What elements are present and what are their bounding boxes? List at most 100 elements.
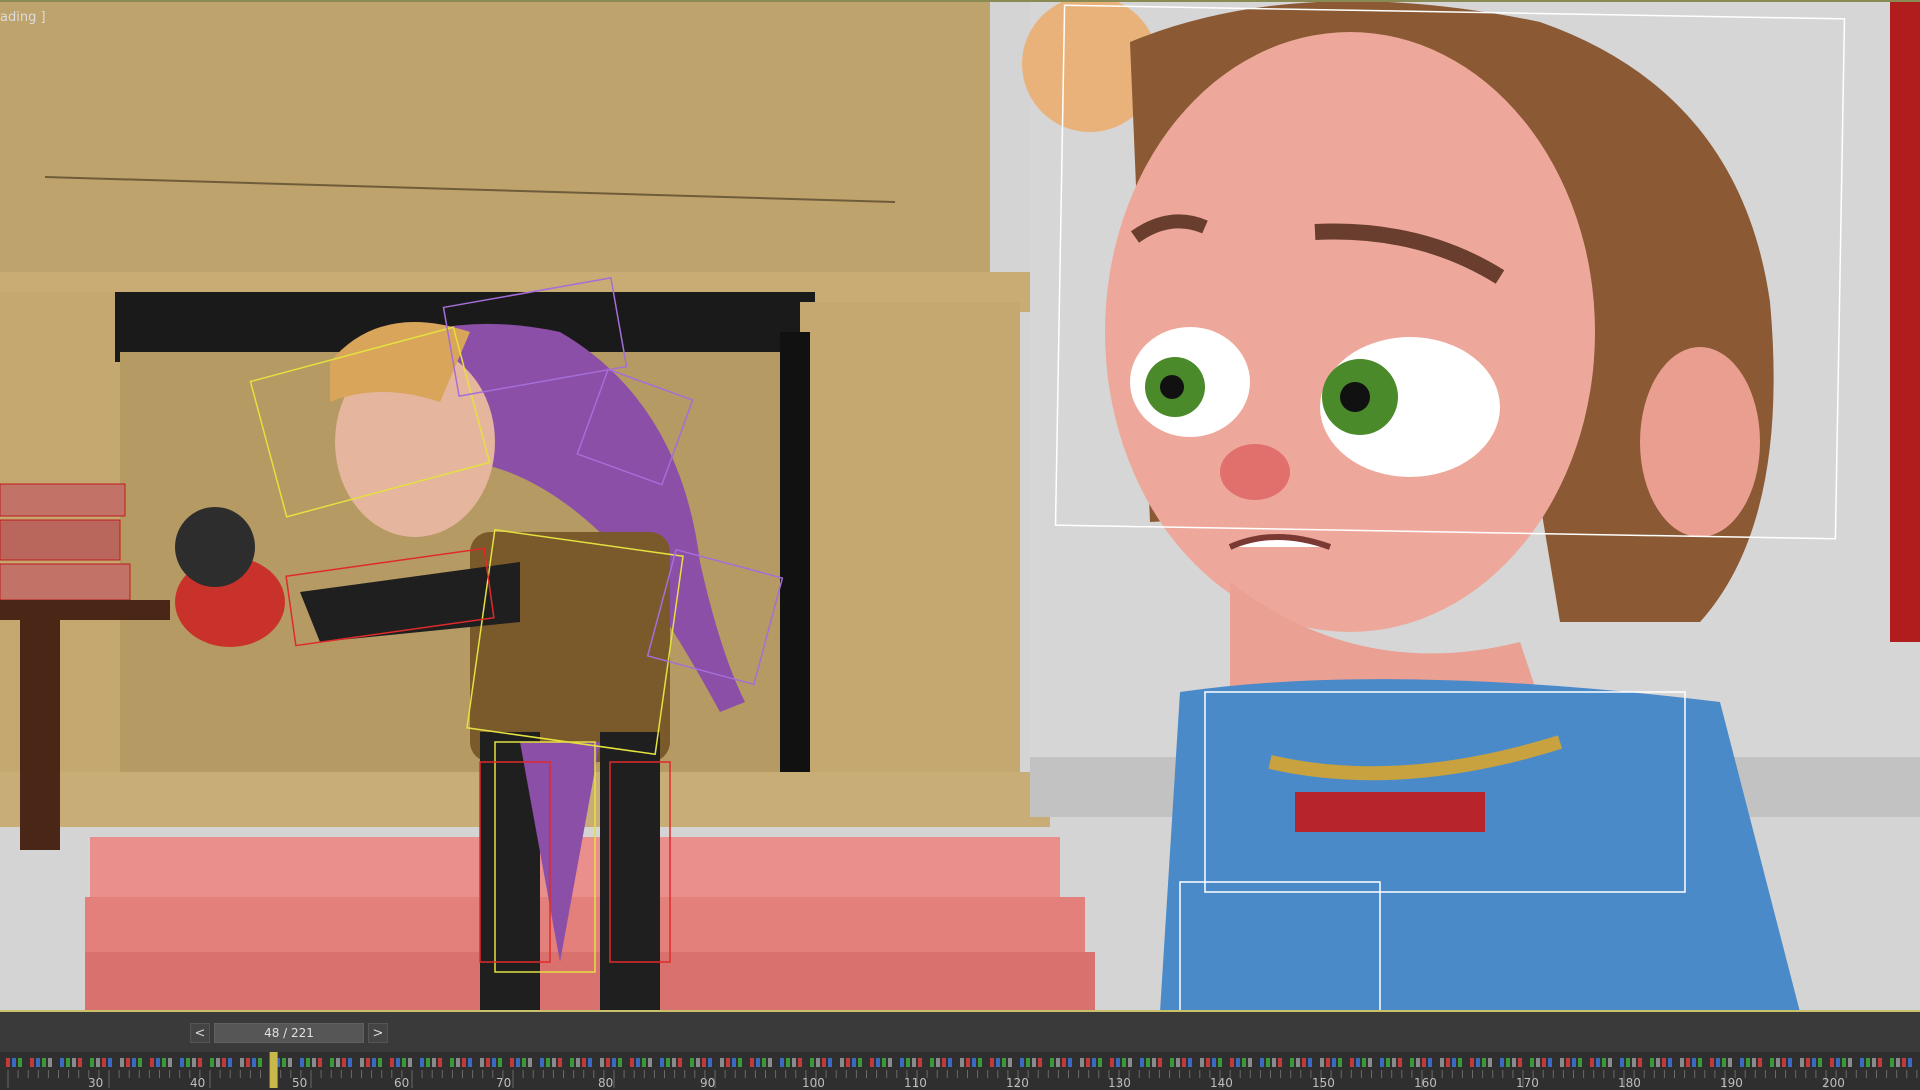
keyframe-marker bbox=[1608, 1058, 1612, 1067]
keyframe-marker bbox=[1860, 1058, 1864, 1067]
keyframe-marker bbox=[972, 1058, 976, 1067]
keyframe-marker bbox=[72, 1058, 76, 1067]
keyframe-marker bbox=[1776, 1058, 1780, 1067]
keyframe-marker bbox=[792, 1058, 796, 1067]
keyframe-marker bbox=[1038, 1058, 1042, 1067]
keyframe-marker bbox=[1356, 1058, 1360, 1067]
keyframe-marker bbox=[726, 1058, 730, 1067]
keyframe-marker bbox=[450, 1058, 454, 1067]
keyframe-marker bbox=[882, 1058, 886, 1067]
keyframe-marker bbox=[1500, 1058, 1504, 1067]
keyframe-marker bbox=[1662, 1058, 1666, 1067]
keyframe-marker bbox=[1242, 1058, 1246, 1067]
frame-counter[interactable]: 48 / 221 bbox=[214, 1023, 364, 1043]
keyframe-marker bbox=[822, 1058, 826, 1067]
keyframe-marker bbox=[1560, 1058, 1564, 1067]
keyframe-marker bbox=[66, 1058, 70, 1067]
keyframe-marker bbox=[150, 1058, 154, 1067]
keyframe-marker bbox=[1380, 1058, 1384, 1067]
keyframe-marker bbox=[1878, 1058, 1882, 1067]
keyframe-marker bbox=[342, 1058, 346, 1067]
keyframe-marker bbox=[378, 1058, 382, 1067]
timeline-track[interactable]: 30 40 50 60 70 80 90 100 110 120 130 140 150 160 170 18… bbox=[0, 1052, 1920, 1090]
table-top bbox=[0, 600, 170, 620]
keyframe-marker bbox=[1530, 1058, 1534, 1067]
keyframe-marker bbox=[888, 1058, 892, 1067]
keyframe-marker bbox=[1488, 1058, 1492, 1067]
keyframe-marker bbox=[1116, 1058, 1120, 1067]
keyframe-marker bbox=[438, 1058, 442, 1067]
keyframe-marker bbox=[1020, 1058, 1024, 1067]
keyframe-marker bbox=[300, 1058, 304, 1067]
keyframe-marker bbox=[192, 1058, 196, 1067]
keyframe-marker bbox=[936, 1058, 940, 1067]
keyframe-marker bbox=[1890, 1058, 1894, 1067]
keyframe-marker bbox=[762, 1058, 766, 1067]
keyframe-marker bbox=[1770, 1058, 1774, 1067]
keyframe-marker bbox=[1398, 1058, 1402, 1067]
keyframe-marker bbox=[798, 1058, 802, 1067]
tick-label: 50 bbox=[292, 1076, 308, 1090]
keyframe-marker bbox=[1206, 1058, 1210, 1067]
keyframe-marker bbox=[1782, 1058, 1786, 1067]
keyframe-marker bbox=[1746, 1058, 1750, 1067]
keyframe-marker bbox=[1602, 1058, 1606, 1067]
keyframe-marker bbox=[1428, 1058, 1432, 1067]
keyframe-marker bbox=[408, 1058, 412, 1067]
keyframe-marker bbox=[1386, 1058, 1390, 1067]
keyframe-marker bbox=[480, 1058, 484, 1067]
keyframe-marker bbox=[696, 1058, 700, 1067]
keyframe-marker bbox=[768, 1058, 772, 1067]
tick-label: 200 bbox=[1822, 1076, 1845, 1090]
keyframe-marker bbox=[690, 1058, 694, 1067]
keyframe-marker bbox=[942, 1058, 946, 1067]
keyframe-marker bbox=[318, 1058, 322, 1067]
timeline-panel[interactable]: < 48 / 221 > 30 40 50 60 70 80 90 100 110 120 130 1… bbox=[0, 1010, 1920, 1090]
keyframe-marker bbox=[1686, 1058, 1690, 1067]
3d-viewport[interactable]: ading ] bbox=[0, 0, 1920, 1010]
keyframe-marker bbox=[282, 1058, 286, 1067]
keyframe-marker bbox=[168, 1058, 172, 1067]
keyframe-marker bbox=[840, 1058, 844, 1067]
keyframe-marker bbox=[30, 1058, 34, 1067]
playhead bbox=[269, 1052, 278, 1088]
tick-label: 120 bbox=[1006, 1076, 1029, 1090]
keyframe-marker bbox=[126, 1058, 130, 1067]
keyframe-marker bbox=[1392, 1058, 1396, 1067]
next-frame-button[interactable]: > bbox=[368, 1023, 388, 1043]
keyframe-marker bbox=[18, 1058, 22, 1067]
keyframe-marker bbox=[1128, 1058, 1132, 1067]
keyframe-marker bbox=[210, 1058, 214, 1067]
keyframe-marker bbox=[1752, 1058, 1756, 1067]
keyframe-marker bbox=[1866, 1058, 1870, 1067]
keyframe-marker bbox=[246, 1058, 250, 1067]
keyframe-marker bbox=[1536, 1058, 1540, 1067]
keyframe-marker bbox=[1566, 1058, 1570, 1067]
keyframe-marker bbox=[132, 1058, 136, 1067]
keyframe-marker bbox=[162, 1058, 166, 1067]
tick-label: 30 bbox=[88, 1076, 104, 1090]
keyframe-marker bbox=[1806, 1058, 1810, 1067]
keyframe-marker bbox=[288, 1058, 292, 1067]
keyframe-marker bbox=[708, 1058, 712, 1067]
keyframe-marker bbox=[1236, 1058, 1240, 1067]
keyframe-marker bbox=[1656, 1058, 1660, 1067]
keyframe-marker bbox=[1452, 1058, 1456, 1067]
prev-frame-button[interactable]: < bbox=[190, 1023, 210, 1043]
keyframe-marker bbox=[1260, 1058, 1264, 1067]
keyframe-marker bbox=[552, 1058, 556, 1067]
keyframe-marker bbox=[306, 1058, 310, 1067]
keyframe-marker bbox=[870, 1058, 874, 1067]
keyframe-marker bbox=[540, 1058, 544, 1067]
keyframe-marker bbox=[852, 1058, 856, 1067]
keyframe-marker bbox=[1668, 1058, 1672, 1067]
keyframe-marker bbox=[1110, 1058, 1114, 1067]
keyframe-marker bbox=[1620, 1058, 1624, 1067]
keyframe-marker bbox=[1902, 1058, 1906, 1067]
keyframe-marker bbox=[468, 1058, 472, 1067]
tick-label: 170 bbox=[1516, 1076, 1539, 1090]
keyframe-marker bbox=[1590, 1058, 1594, 1067]
keyframe-marker bbox=[1632, 1058, 1636, 1067]
keyframe-marker bbox=[1368, 1058, 1372, 1067]
keyframe-marker bbox=[102, 1058, 106, 1067]
